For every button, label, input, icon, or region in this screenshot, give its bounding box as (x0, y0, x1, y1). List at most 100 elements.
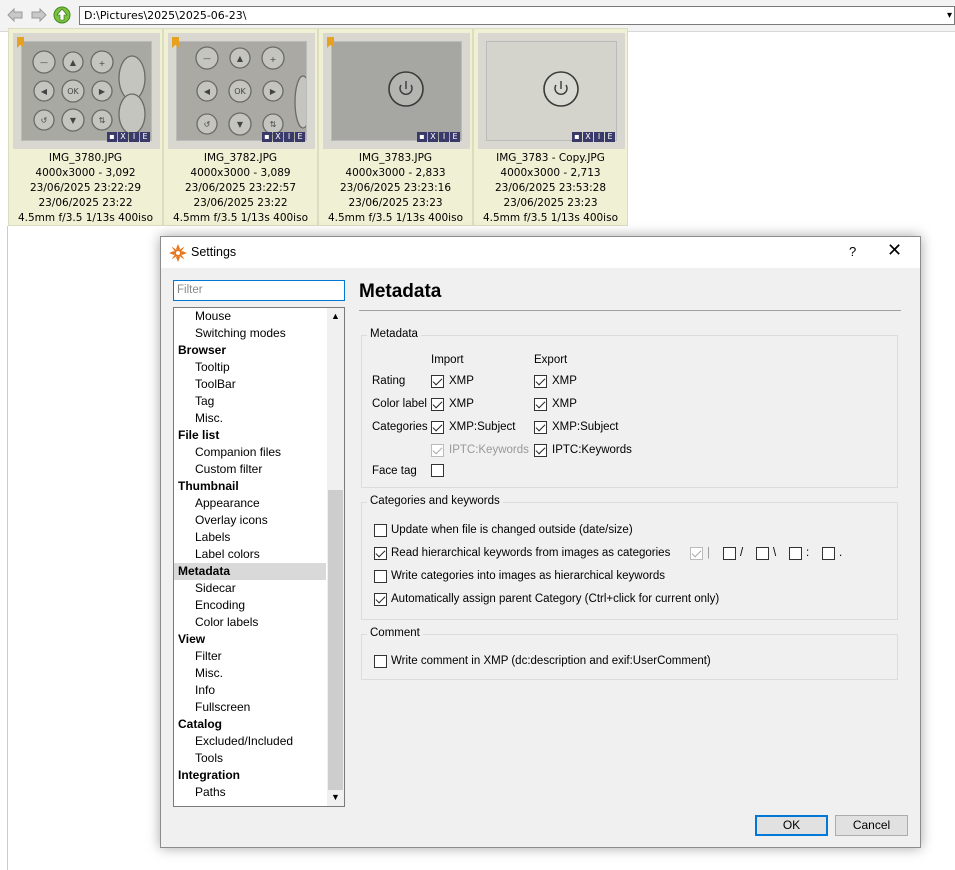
thumbnail-image-power (331, 41, 462, 141)
cancel-button[interactable]: Cancel (835, 815, 908, 836)
tree-item[interactable]: Misc. (174, 410, 326, 427)
tree-item[interactable]: Custom filter (174, 461, 326, 478)
svg-text:▶: ▶ (270, 87, 277, 96)
svg-text:OK: OK (234, 87, 246, 96)
update-outside-checkbox[interactable] (374, 524, 387, 537)
thumbnail-taken: 23/06/2025 23:22 (38, 197, 133, 209)
read-hierarchical-checkbox[interactable] (374, 547, 387, 560)
power-button-icon (543, 71, 579, 107)
chevron-down-icon[interactable]: ▾ (947, 7, 952, 24)
overlay-square-icon: ▪ (107, 132, 117, 142)
export-rating-xmp-label: XMP (552, 375, 577, 387)
tree-item[interactable]: Tag (174, 393, 326, 410)
import-iptc-keywords-checkbox[interactable] (431, 444, 444, 457)
tree-category[interactable]: Thumbnail (174, 478, 326, 495)
power-button-icon (388, 71, 424, 107)
tree-item[interactable]: Info (174, 682, 326, 699)
svg-text:▼: ▼ (237, 120, 244, 129)
tree-item[interactable]: Encoding (174, 597, 326, 614)
tree-category[interactable]: Catalog (174, 716, 326, 733)
remote-buttons-icon: — ▲ + ◀ OK ▶ ↺ ▼ ⇅ (32, 50, 146, 135)
tree-item[interactable]: Sidecar (174, 580, 326, 597)
dialog-titlebar[interactable]: Settings ? ✕ (161, 237, 920, 268)
tree-item[interactable]: Color labels (174, 614, 326, 631)
separator-slash-checkbox[interactable] (723, 547, 736, 560)
separator-backslash-checkbox[interactable] (756, 547, 769, 560)
filter-placeholder: Filter (177, 284, 203, 296)
address-path: D:\Pictures\2025\2025-06-23\ (84, 9, 247, 22)
thumbnail-strip: — ▲ + ◀ OK ▶ ↺ ▼ ⇅ ▪ X I E IMG_3780.JPG 4000x3… (8, 28, 628, 226)
remote-buttons-icon: — ▲ + ◀ OK ▶ ↺ ▼ ⇅ (195, 46, 306, 136)
thumbnail-filename: IMG_3780.JPG (48, 152, 123, 164)
export-iptc-keywords-checkbox[interactable] (534, 444, 547, 457)
thumbnail-exif: 4.5mm f/3.5 1/13s 400iso (482, 212, 618, 224)
import-rating-xmp-checkbox[interactable] (431, 375, 444, 388)
scroll-up-icon[interactable]: ▲ (327, 308, 344, 325)
thumbnail-item[interactable]: — ▲ + ◀ OK ▶ ↺ ▼ ⇅ ▪ X I E IMG_3780.JPG 4000x3… (8, 28, 163, 226)
dialog-title: Settings (191, 245, 237, 259)
write-hierarchical-checkbox[interactable] (374, 570, 387, 583)
thumbnail-item[interactable]: ▪ X I E IMG_3783 - Copy.JPG 4000x3000 - … (473, 28, 628, 226)
tree-item[interactable]: Filter (174, 648, 326, 665)
thumbnail-size: 4000x3000 - 3,089 (190, 167, 291, 179)
tree-item[interactable]: Tools (174, 750, 326, 767)
thumbnail-item[interactable]: ▪ X I E IMG_3783.JPG 4000x3000 - 2,833 2… (318, 28, 473, 226)
tree-scrollbar[interactable]: ▲ ▼ (327, 308, 344, 806)
forward-arrow-icon (31, 8, 47, 22)
address-input[interactable]: D:\Pictures\2025\2025-06-23\ ▾ (79, 6, 955, 25)
tree-item[interactable]: Companion files (174, 444, 326, 461)
write-comment-checkbox[interactable] (374, 655, 387, 668)
rating-label: Rating (372, 375, 406, 387)
export-rating-xmp-checkbox[interactable] (534, 375, 547, 388)
scroll-down-icon[interactable]: ▼ (327, 789, 344, 806)
scroll-thumb[interactable] (328, 490, 343, 790)
forward-button[interactable] (30, 6, 48, 24)
tree-item[interactable]: Overlay icons (174, 512, 326, 529)
svg-text:↺: ↺ (204, 120, 211, 129)
overlay-icons: ▪ X I E (107, 132, 150, 142)
separator-dot-checkbox[interactable] (822, 547, 835, 560)
import-color-xmp-checkbox[interactable] (431, 398, 444, 411)
ok-button[interactable]: OK (755, 815, 828, 836)
separator-pipe-checkbox[interactable] (690, 547, 703, 560)
tree-item[interactable]: Switching modes (174, 325, 326, 342)
close-button[interactable]: ✕ (887, 240, 902, 261)
face-tag-checkbox[interactable] (431, 464, 444, 477)
overlay-i-icon: I (439, 132, 449, 142)
import-categories-subject-checkbox[interactable] (431, 421, 444, 434)
tree-category[interactable]: Browser (174, 342, 326, 359)
back-button[interactable] (6, 6, 24, 24)
filter-input[interactable]: Filter (173, 280, 345, 301)
tree-category[interactable]: View (174, 631, 326, 648)
tree-item[interactable]: Appearance (174, 495, 326, 512)
thumbnail-filename: IMG_3783 - Copy.JPG (496, 152, 605, 164)
help-button[interactable]: ? (849, 244, 856, 259)
thumbnail-item[interactable]: — ▲ + ◀ OK ▶ ↺ ▼ ⇅ ▪ X I E IMG_3782.JPG 4000x3… (163, 28, 318, 226)
settings-dialog: Settings ? ✕ Filter Mouse Switching modes… (160, 236, 921, 848)
tree-category[interactable]: Integration (174, 767, 326, 784)
parent-folder-button[interactable] (53, 6, 71, 24)
svg-text:OK: OK (67, 87, 79, 96)
separator-colon-checkbox[interactable] (789, 547, 802, 560)
tree-item[interactable]: Excluded/Included (174, 733, 326, 750)
tree-item[interactable]: Misc. (174, 665, 326, 682)
thumbnail-size: 4000x3000 - 2,713 (500, 167, 601, 179)
tree-item[interactable]: Mouse (174, 308, 326, 325)
tree-item[interactable]: Labels (174, 529, 326, 546)
import-header: Import (431, 354, 464, 366)
tree-item[interactable]: Tooltip (174, 359, 326, 376)
auto-parent-checkbox[interactable] (374, 593, 387, 606)
tree-category[interactable]: Metadata (174, 563, 326, 580)
tree-item[interactable]: Paths (174, 784, 326, 801)
tree-item[interactable]: ToolBar (174, 376, 326, 393)
tree-item[interactable]: Fullscreen (174, 699, 326, 716)
settings-tree[interactable]: Mouse Switching modes Browser Tooltip ToolBa… (173, 307, 345, 807)
tree-item[interactable]: Label colors (174, 546, 326, 563)
separator-dot-label: . (839, 547, 843, 559)
page-title: Metadata (359, 281, 442, 302)
thumbnail-exif: 4.5mm f/3.5 1/13s 400iso (17, 212, 153, 224)
export-color-xmp-checkbox[interactable] (534, 398, 547, 411)
svg-text:◀: ◀ (41, 87, 48, 96)
tree-category[interactable]: File list (174, 427, 326, 444)
export-categories-subject-checkbox[interactable] (534, 421, 547, 434)
